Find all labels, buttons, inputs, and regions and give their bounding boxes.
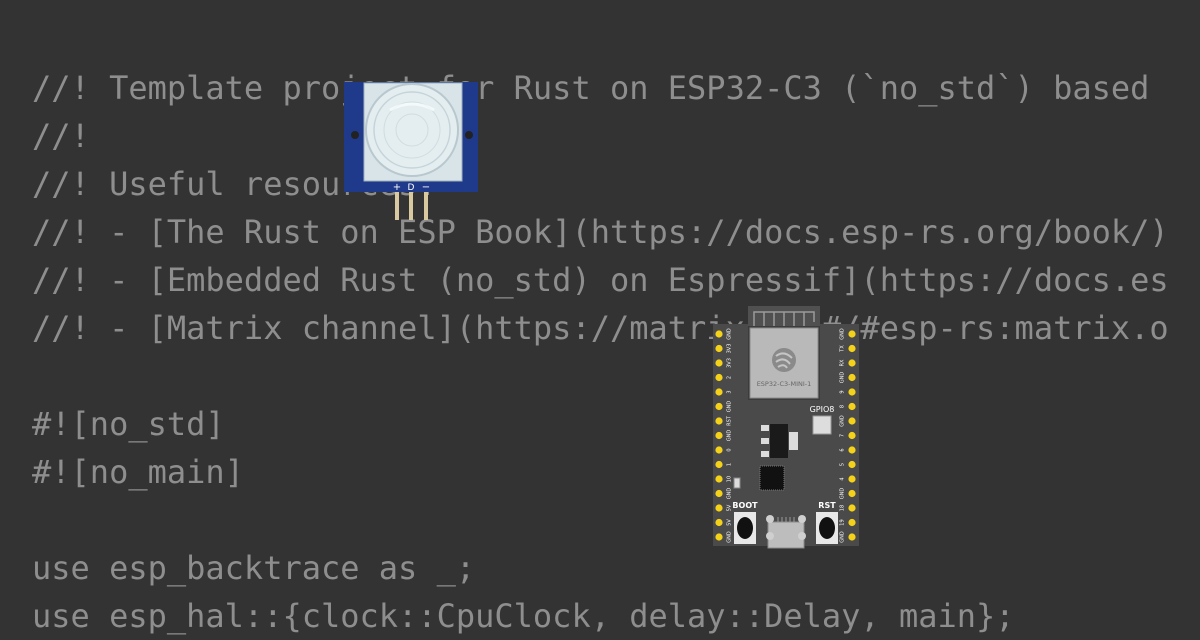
pir-sensor[interactable]: + D − — [342, 80, 480, 222]
pin-label: TX — [840, 345, 846, 353]
pin-label: GND — [840, 488, 846, 500]
voltage-regulator — [770, 424, 788, 458]
code-line: //! — [32, 117, 90, 155]
pin-label-data: D — [408, 183, 415, 193]
pin-label: GND — [727, 328, 733, 340]
usb-uart-chip — [759, 465, 785, 491]
pin-label: GND — [840, 328, 846, 340]
code-line: #![no_std] — [32, 405, 225, 443]
right-pin-header[interactable] — [848, 330, 856, 541]
pin-label: 3 — [727, 390, 733, 393]
pin-label: GND — [727, 531, 733, 543]
code-line: use esp_backtrace as _; — [32, 549, 476, 587]
pin-label: 7 — [840, 434, 846, 437]
code-line: //! Template project for Rust on ESP32-C… — [32, 69, 1167, 107]
pin-label: GND — [727, 401, 733, 413]
code-line: use esp_hal::{clock::CpuClock, delay::De… — [32, 597, 1015, 635]
pin-label-vcc: + — [393, 182, 401, 193]
pin-label: 1 — [727, 463, 733, 466]
module-label: ESP32-C3-MINI-1 — [757, 380, 812, 388]
pin-label: GND — [840, 531, 846, 543]
rst-label: RST — [818, 501, 836, 510]
pin-label: 4 — [840, 477, 846, 480]
espressif-logo-icon — [772, 348, 796, 372]
pin-label: 3V3 — [727, 358, 733, 368]
usb-port[interactable] — [766, 515, 806, 549]
pin-label: 5V — [727, 504, 733, 511]
pin-label: RST — [727, 415, 733, 426]
led-label: GPIO8 — [810, 405, 835, 414]
code-line: //! - [Matrix channel](https://matrix.to… — [32, 309, 1167, 347]
pin-data[interactable] — [409, 192, 413, 220]
rgb-led — [812, 415, 832, 435]
mount-hole — [351, 131, 359, 139]
esp32-c3-board[interactable]: ESP32-C3-MINI-1 GPIO8 BOOT RST GND 3V3 3… — [712, 306, 860, 550]
boot-label: BOOT — [732, 501, 758, 510]
pin-label: GND — [727, 430, 733, 442]
pin-label: 2 — [727, 376, 733, 379]
mount-hole — [465, 131, 473, 139]
code-editor: //! Template project for Rust on ESP32-C… — [32, 64, 1167, 640]
code-line: //! - [Embedded Rust (no_std) on Espress… — [32, 261, 1167, 299]
pin-label: 5 — [840, 463, 846, 466]
pin-label: 0 — [727, 448, 733, 451]
fresnel-lens — [365, 83, 459, 177]
pin-label: 18 — [840, 505, 846, 511]
pin-vcc[interactable] — [395, 192, 399, 220]
left-pin-header[interactable] — [715, 330, 723, 541]
pin-label: GND — [840, 415, 846, 427]
pin-label: 19 — [840, 519, 846, 525]
smd-led — [733, 477, 741, 489]
pin-label: 9 — [840, 390, 846, 393]
pin-label: 5V — [727, 519, 733, 526]
pin-label: RX — [840, 359, 846, 366]
pin-label: GND — [727, 488, 733, 500]
pin-label: 8 — [840, 405, 846, 408]
pin-label: 10 — [727, 476, 733, 482]
code-line: //! Useful resources: — [32, 165, 437, 203]
pin-label: GND — [840, 372, 846, 384]
pin-label: 6 — [840, 448, 846, 451]
pin-label: 3V3 — [727, 344, 733, 354]
code-line: #![no_main] — [32, 453, 244, 491]
pin-label-gnd: − — [422, 182, 430, 193]
pin-gnd[interactable] — [424, 192, 428, 220]
code-line: //! - [The Rust on ESP Book](https://doc… — [32, 213, 1167, 251]
